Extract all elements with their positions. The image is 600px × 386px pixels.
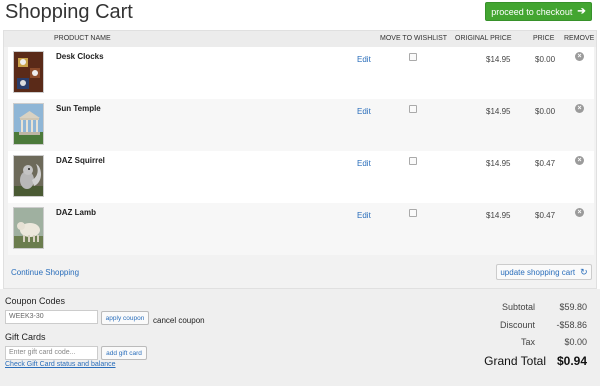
remove-x-icon[interactable]: × bbox=[575, 208, 584, 217]
page-title: Shopping Cart bbox=[5, 1, 133, 23]
add-gift-card-button[interactable]: add gift card bbox=[101, 346, 147, 360]
product-thumbnail-daz-squirrel[interactable] bbox=[13, 155, 44, 197]
product-name[interactable]: DAZ Lamb bbox=[56, 208, 96, 217]
column-remove: REMOVE bbox=[564, 35, 595, 42]
product-thumbnail-daz-lamb[interactable] bbox=[13, 207, 44, 249]
table-row: DAZ Squirrel Edit $14.95 $0.47 × bbox=[8, 151, 594, 203]
move-to-wishlist-checkbox[interactable] bbox=[409, 209, 417, 217]
original-price: $14.95 bbox=[486, 107, 511, 116]
update-shopping-cart-button[interactable]: update shopping cart ↻ bbox=[496, 264, 592, 280]
update-label: update shopping cart bbox=[500, 267, 576, 277]
coupon-codes-label: Coupon Codes bbox=[5, 296, 66, 306]
subtotal-label: Subtotal bbox=[501, 302, 535, 312]
remove-x-icon[interactable]: × bbox=[575, 52, 584, 61]
refresh-icon: ↻ bbox=[580, 266, 588, 277]
arrow-right-icon: ➔ bbox=[577, 6, 586, 17]
tax-label: Tax bbox=[520, 337, 535, 347]
edit-link[interactable]: Edit bbox=[357, 211, 371, 220]
table-row: DAZ Lamb Edit $14.95 $0.47 × bbox=[8, 203, 594, 255]
gift-card-status-link[interactable]: Check Gift Card status and balance bbox=[5, 361, 116, 368]
checkout-label: proceed to checkout bbox=[491, 6, 573, 17]
original-price: $14.95 bbox=[486, 211, 511, 220]
cancel-coupon-link[interactable]: cancel coupon bbox=[153, 316, 205, 325]
original-price: $14.95 bbox=[486, 55, 511, 64]
move-to-wishlist-checkbox[interactable] bbox=[409, 157, 417, 165]
subtotal-value: $59.80 bbox=[559, 302, 587, 312]
header: Shopping Cart proceed to checkout ➔ bbox=[0, 0, 600, 30]
move-to-wishlist-checkbox[interactable] bbox=[409, 105, 417, 113]
continue-shopping-link[interactable]: Continue Shopping bbox=[11, 268, 79, 277]
price: $0.47 bbox=[535, 159, 556, 168]
gift-cards-label: Gift Cards bbox=[5, 332, 46, 342]
edit-link[interactable]: Edit bbox=[357, 107, 371, 116]
product-name[interactable]: Sun Temple bbox=[56, 104, 101, 113]
product-thumbnail-desk-clocks[interactable] bbox=[13, 51, 44, 93]
column-move-to-wishlist: MOVE TO WISHLIST bbox=[380, 35, 448, 42]
column-price: PRICE bbox=[533, 35, 555, 42]
discount-value: -$58.86 bbox=[556, 320, 587, 330]
price: $0.47 bbox=[535, 211, 556, 220]
original-price: $14.95 bbox=[486, 159, 511, 168]
remove-x-icon[interactable]: × bbox=[575, 156, 584, 165]
product-name[interactable]: DAZ Squirrel bbox=[56, 156, 105, 165]
column-original-price: ORIGINAL PRICE bbox=[455, 35, 512, 42]
grand-total-value: $0.94 bbox=[556, 354, 587, 368]
edit-link[interactable]: Edit bbox=[357, 55, 371, 64]
table-row: Sun Temple Edit $14.95 $0.00 × bbox=[8, 99, 594, 151]
product-thumbnail-sun-temple[interactable] bbox=[13, 103, 44, 145]
proceed-to-checkout-button[interactable]: proceed to checkout ➔ bbox=[485, 2, 592, 21]
remove-x-icon[interactable]: × bbox=[575, 104, 584, 113]
cart-summary: Coupon Codes WEEK3-30 apply coupon cance… bbox=[0, 289, 600, 386]
grand-total-label: Grand Total bbox=[484, 354, 546, 368]
cart-table: PRODUCT NAME MOVE TO WISHLIST ORIGINAL P… bbox=[3, 30, 597, 289]
product-name[interactable]: Desk Clocks bbox=[56, 52, 104, 61]
move-to-wishlist-checkbox[interactable] bbox=[409, 53, 417, 61]
column-product-name: PRODUCT NAME bbox=[54, 35, 111, 42]
table-row: Desk Clocks Edit $14.95 $0.00 × bbox=[8, 47, 594, 99]
coupon-code-input[interactable]: WEEK3-30 bbox=[5, 310, 98, 324]
tax-value: $0.00 bbox=[564, 337, 587, 347]
gift-card-input[interactable]: Enter gift card code... bbox=[5, 346, 98, 360]
discount-label: Discount bbox=[499, 320, 535, 330]
price: $0.00 bbox=[535, 55, 556, 64]
price: $0.00 bbox=[535, 107, 556, 116]
table-header: PRODUCT NAME MOVE TO WISHLIST ORIGINAL P… bbox=[4, 31, 596, 47]
apply-coupon-button[interactable]: apply coupon bbox=[101, 311, 149, 325]
edit-link[interactable]: Edit bbox=[357, 159, 371, 168]
